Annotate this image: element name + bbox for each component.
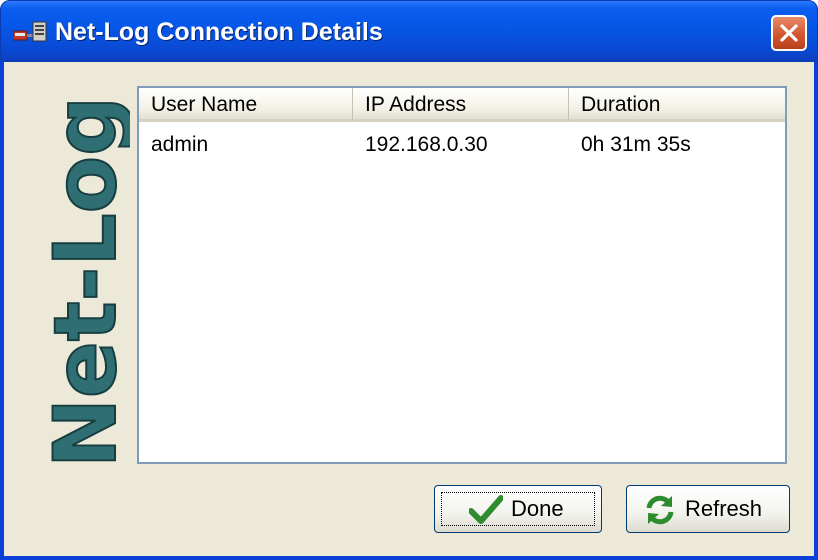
cell-duration: 0h 31m 35s: [581, 133, 691, 156]
column-header-ip-address[interactable]: IP Address: [353, 88, 569, 122]
done-button[interactable]: Done: [434, 485, 602, 533]
title-bar[interactable]: Net-Log Connection Details: [0, 0, 818, 62]
net-log-logo: Net-Log: [42, 95, 130, 469]
window-title: Net-Log Connection Details: [55, 18, 383, 46]
list-header: User Name IP Address Duration: [139, 88, 785, 122]
cell-ip-address: 192.168.0.30: [365, 133, 488, 156]
network-computer-icon: [12, 19, 47, 45]
column-header-duration[interactable]: Duration: [569, 88, 785, 122]
column-header-user-name[interactable]: User Name: [139, 88, 353, 122]
table-row[interactable]: admin 192.168.0.30 0h 31m 35s: [139, 128, 785, 162]
refresh-icon: [643, 494, 677, 532]
connection-details-dialog: Net-Log Connection Details Net-Log User …: [0, 0, 818, 560]
checkmark-icon: [468, 495, 504, 531]
refresh-button-label: Refresh: [685, 496, 763, 521]
cell-user-name: admin: [151, 133, 209, 156]
close-button[interactable]: [771, 15, 807, 51]
logo-text: Net-Log: [42, 96, 130, 468]
refresh-button[interactable]: Refresh: [626, 485, 790, 533]
done-button-label: Done: [511, 496, 564, 521]
connections-list[interactable]: User Name IP Address Duration admin 192.…: [137, 86, 787, 464]
